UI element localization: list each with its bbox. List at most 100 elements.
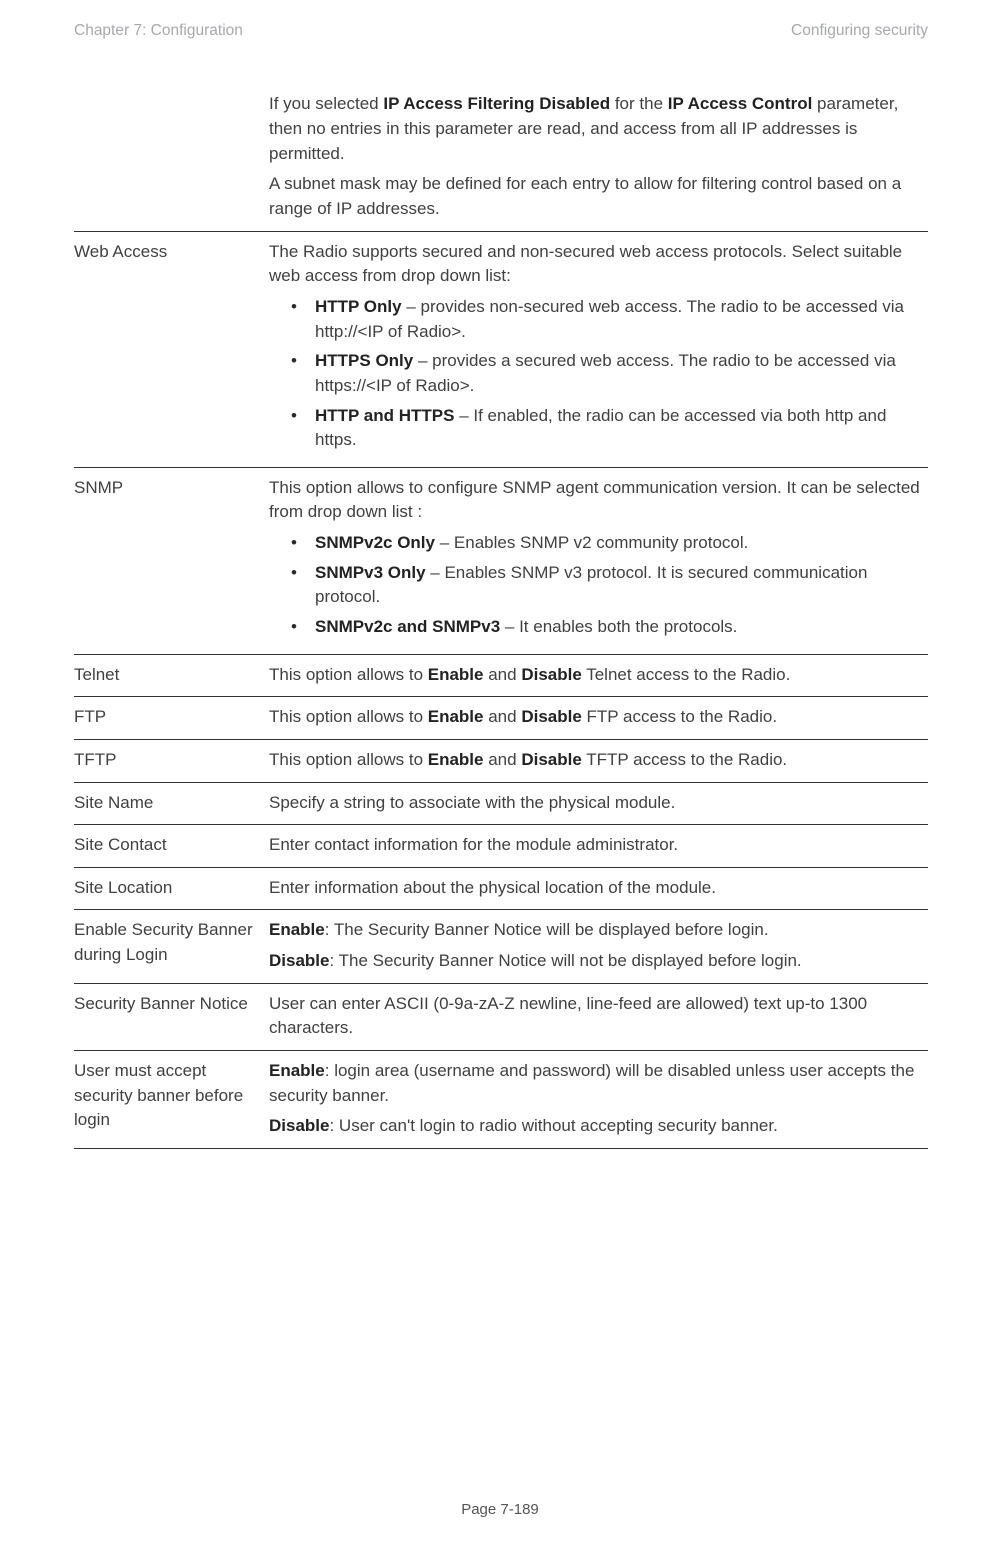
bold-text: Disable [521, 750, 581, 769]
page-header: Chapter 7: Configuration Configuring sec… [74, 20, 928, 42]
paragraph: Enter information about the physical loc… [269, 876, 922, 901]
table-row: Site Location Enter information about th… [74, 867, 928, 910]
text: – provides non-secured web access. The r… [315, 297, 904, 341]
paragraph: This option allows to Enable and Disable… [269, 705, 922, 730]
bold-text: Enable [428, 665, 484, 684]
bullet-list: SNMPv2c Only – Enables SNMP v2 community… [269, 531, 922, 640]
desc-cell: Enable: The Security Banner Notice will … [269, 910, 928, 983]
paragraph: A subnet mask may be defined for each en… [269, 172, 922, 221]
table-row: Web Access The Radio supports secured an… [74, 231, 928, 467]
desc-cell: This option allows to Enable and Disable… [269, 697, 928, 740]
text: Telnet access to the Radio. [582, 665, 791, 684]
table-row: TFTP This option allows to Enable and Di… [74, 739, 928, 782]
attr-cell: User must accept security banner before … [74, 1051, 269, 1149]
header-left: Chapter 7: Configuration [74, 20, 243, 42]
bold-text: HTTPS Only [315, 351, 413, 370]
attr-cell: Enable Security Banner during Login [74, 910, 269, 983]
list-item: HTTP Only – provides non-secured web acc… [295, 295, 922, 344]
table-row: SNMP This option allows to configure SNM… [74, 467, 928, 654]
attr-cell: TFTP [74, 739, 269, 782]
desc-cell: Enter contact information for the module… [269, 825, 928, 868]
paragraph: Specify a string to associate with the p… [269, 791, 922, 816]
desc-cell: Enter information about the physical loc… [269, 867, 928, 910]
desc-cell: The Radio supports secured and non-secur… [269, 231, 928, 467]
table-row: Security Banner Notice User can enter AS… [74, 983, 928, 1050]
desc-cell: This option allows to Enable and Disable… [269, 654, 928, 697]
config-table: If you selected IP Access Filtering Disa… [74, 84, 928, 1149]
bold-text: Disable [521, 665, 581, 684]
bold-text: Enable [269, 920, 325, 939]
bold-text: Disable [269, 951, 329, 970]
text: : The Security Banner Notice will be dis… [325, 920, 769, 939]
desc-cell: Specify a string to associate with the p… [269, 782, 928, 825]
text: and [484, 707, 522, 726]
text: : User can't login to radio without acce… [329, 1116, 777, 1135]
list-item: SNMPv2c Only – Enables SNMP v2 community… [295, 531, 922, 556]
table-row: User must accept security banner before … [74, 1051, 928, 1149]
bold-text: Disable [521, 707, 581, 726]
desc-cell: This option allows to Enable and Disable… [269, 739, 928, 782]
page-footer: Page 7-189 [0, 1499, 1000, 1521]
attr-cell: SNMP [74, 467, 269, 654]
text: – It enables both the protocols. [500, 617, 737, 636]
table-row: FTP This option allows to Enable and Dis… [74, 697, 928, 740]
bold-text: HTTP and HTTPS [315, 406, 454, 425]
attr-cell: FTP [74, 697, 269, 740]
text: : login area (username and password) wil… [269, 1061, 914, 1105]
table-row: If you selected IP Access Filtering Disa… [74, 84, 928, 231]
bullet-list: HTTP Only – provides non-secured web acc… [269, 295, 922, 453]
paragraph: This option allows to Enable and Disable… [269, 748, 922, 773]
paragraph: This option allows to Enable and Disable… [269, 663, 922, 688]
desc-cell: This option allows to configure SNMP age… [269, 467, 928, 654]
bold-text: HTTP Only [315, 297, 402, 316]
table-row: Site Name Specify a string to associate … [74, 782, 928, 825]
paragraph: Enter contact information for the module… [269, 833, 922, 858]
attr-cell: Security Banner Notice [74, 983, 269, 1050]
attr-cell: Site Name [74, 782, 269, 825]
attr-cell: Telnet [74, 654, 269, 697]
text: for the [610, 94, 668, 113]
table-row: Telnet This option allows to Enable and … [74, 654, 928, 697]
text: FTP access to the Radio. [582, 707, 777, 726]
table-row: Site Contact Enter contact information f… [74, 825, 928, 868]
bold-text: Enable [428, 707, 484, 726]
text: TFTP access to the Radio. [582, 750, 787, 769]
attr-cell: Site Location [74, 867, 269, 910]
paragraph: Disable: User can't login to radio witho… [269, 1114, 922, 1139]
bold-text: Enable [428, 750, 484, 769]
attr-cell: Site Contact [74, 825, 269, 868]
list-item: SNMPv2c and SNMPv3 – It enables both the… [295, 615, 922, 640]
paragraph: Enable: The Security Banner Notice will … [269, 918, 922, 943]
paragraph: User can enter ASCII (0-9a-zA-Z newline,… [269, 992, 922, 1041]
paragraph: If you selected IP Access Filtering Disa… [269, 92, 922, 166]
text: This option allows to [269, 707, 428, 726]
header-right: Configuring security [791, 20, 928, 42]
bold-text: Enable [269, 1061, 325, 1080]
bold-text: IP Access Filtering Disabled [383, 94, 610, 113]
paragraph: This option allows to configure SNMP age… [269, 476, 922, 525]
paragraph: Enable: login area (username and passwor… [269, 1059, 922, 1108]
attr-cell: Web Access [74, 231, 269, 467]
text: and [484, 750, 522, 769]
bold-text: Disable [269, 1116, 329, 1135]
bold-text: SNMPv3 Only [315, 563, 426, 582]
text: If you selected [269, 94, 383, 113]
text: This option allows to [269, 750, 428, 769]
bold-text: SNMPv2c and SNMPv3 [315, 617, 500, 636]
table-row: Enable Security Banner during Login Enab… [74, 910, 928, 983]
text: This option allows to [269, 665, 428, 684]
attr-cell [74, 84, 269, 231]
text: : The Security Banner Notice will not be… [329, 951, 801, 970]
text: and [484, 665, 522, 684]
bold-text: IP Access Control [668, 94, 813, 113]
list-item: HTTP and HTTPS – If enabled, the radio c… [295, 404, 922, 453]
desc-cell: User can enter ASCII (0-9a-zA-Z newline,… [269, 983, 928, 1050]
paragraph: Disable: The Security Banner Notice will… [269, 949, 922, 974]
list-item: SNMPv3 Only – Enables SNMP v3 protocol. … [295, 561, 922, 610]
text: – Enables SNMP v2 community protocol. [435, 533, 748, 552]
paragraph: The Radio supports secured and non-secur… [269, 240, 922, 289]
desc-cell: If you selected IP Access Filtering Disa… [269, 84, 928, 231]
bold-text: SNMPv2c Only [315, 533, 435, 552]
list-item: HTTPS Only – provides a secured web acce… [295, 349, 922, 398]
desc-cell: Enable: login area (username and passwor… [269, 1051, 928, 1149]
